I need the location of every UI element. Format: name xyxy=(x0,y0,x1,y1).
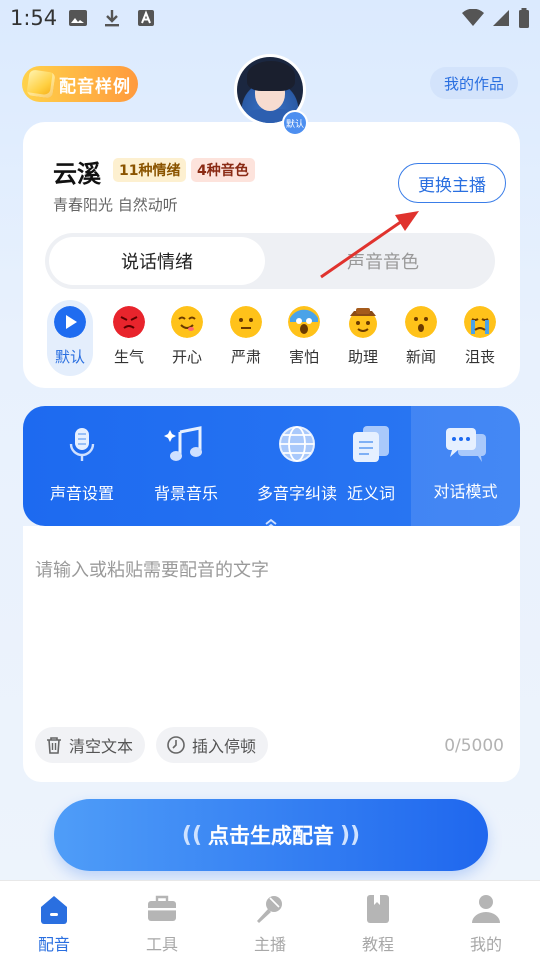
image-notification-icon xyxy=(69,10,87,26)
nav-label: 主播 xyxy=(253,935,286,954)
host-card: 云溪 11种情绪 4种音色 青春阳光 自然动听 更换主播 说话情绪 声音音色 默… xyxy=(23,122,520,388)
tab-speech-emotion[interactable]: 说话情绪 xyxy=(49,237,265,285)
emotion-list: 默认 生气 开心 严肃 害怕 助理 新闻 沮丧 xyxy=(43,300,513,376)
surprised-face-icon xyxy=(405,306,437,338)
globe-icon xyxy=(279,426,315,462)
voice-mode-tabs: 说话情绪 声音音色 xyxy=(45,233,495,289)
emotion-label: 严肃 xyxy=(230,348,261,366)
my-works-button[interactable]: 我的作品 xyxy=(430,67,518,99)
crying-face-icon xyxy=(464,306,496,338)
generate-label: 点击生成配音 xyxy=(208,824,334,848)
emotion-label: 害怕 xyxy=(288,348,319,366)
emotion-label: 生气 xyxy=(113,348,144,366)
voice-sample-label: 配音样例 xyxy=(59,76,131,97)
tool-label: 对话模式 xyxy=(433,482,498,501)
home-icon xyxy=(41,896,67,924)
change-host-button[interactable]: 更换主播 xyxy=(398,163,506,203)
wifi-icon xyxy=(462,9,484,26)
music-note-icon xyxy=(164,426,202,461)
host-name: 云溪 xyxy=(53,160,101,188)
emotion-serious[interactable]: 严肃 xyxy=(223,300,269,376)
synonym-icon xyxy=(353,426,389,462)
tool-dialog-mode[interactable]: 对话模式 xyxy=(411,406,520,526)
happy-face-icon xyxy=(171,306,203,338)
nav-label: 教程 xyxy=(361,935,394,954)
emotion-label: 默认 xyxy=(54,348,85,366)
tool-synonyms[interactable]: 近义词 xyxy=(345,406,397,526)
emotion-depressed[interactable]: 沮丧 xyxy=(457,300,503,376)
tool-voice-settings[interactable]: 声音设置 xyxy=(45,406,119,526)
tools-bar: 声音设置 背景音乐 多音字纠读 近义词 对话模式 xyxy=(23,406,520,526)
text-editor-card: 清空文本 插入停顿 0/5000 xyxy=(23,526,520,782)
generate-dubbing-button[interactable]: (( 点击生成配音 )) xyxy=(54,799,488,871)
dubbing-text-input[interactable] xyxy=(35,556,505,706)
emotion-scared[interactable]: 害怕 xyxy=(281,300,327,376)
emotion-assistant[interactable]: 助理 xyxy=(340,300,386,376)
default-badge: 默认 xyxy=(282,110,308,136)
neutral-face-icon xyxy=(230,306,262,338)
nav-profile[interactable]: 我的 xyxy=(432,881,540,960)
emotion-default[interactable]: 默认 xyxy=(47,300,93,376)
emotion-news[interactable]: 新闻 xyxy=(398,300,444,376)
scared-face-icon xyxy=(288,306,320,338)
insert-pause-label: 插入停顿 xyxy=(192,737,257,756)
tool-background-music[interactable]: 背景音乐 xyxy=(149,406,223,526)
toolbox-icon xyxy=(148,895,176,921)
trash-icon xyxy=(47,737,61,754)
emotion-angry[interactable]: 生气 xyxy=(106,300,152,376)
user-icon xyxy=(472,895,500,923)
cube-icon xyxy=(26,69,56,99)
character-counter: 0/5000 xyxy=(444,736,504,756)
tool-label: 背景音乐 xyxy=(153,484,218,503)
status-bar: 1:54 xyxy=(0,0,540,36)
tool-label: 声音设置 xyxy=(49,484,114,503)
tone-count-badge: 4种音色 xyxy=(191,158,255,182)
nav-hosts[interactable]: 主播 xyxy=(216,881,324,960)
host-description: 青春阳光 自然动听 xyxy=(53,196,178,214)
signal-icon xyxy=(493,10,509,26)
clear-text-label: 清空文本 xyxy=(69,737,134,756)
cowboy-face-icon xyxy=(349,308,377,338)
clear-text-button[interactable]: 清空文本 xyxy=(35,727,146,763)
nav-tutorial[interactable]: 教程 xyxy=(324,881,432,960)
book-icon xyxy=(367,895,389,923)
emotion-label: 开心 xyxy=(171,348,202,366)
microphone-icon xyxy=(257,896,282,923)
emotion-label: 沮丧 xyxy=(464,348,495,366)
voice-sample-button[interactable]: 配音样例 xyxy=(22,66,138,102)
nav-label: 工具 xyxy=(145,935,178,954)
angry-face-icon xyxy=(113,306,145,338)
sound-wave-right-icon: )) xyxy=(340,822,361,848)
insert-pause-button[interactable]: 插入停顿 xyxy=(156,727,269,763)
download-notification-icon xyxy=(105,10,119,27)
emotion-label: 新闻 xyxy=(405,348,436,366)
clock-icon xyxy=(167,736,185,754)
app-notification-icon xyxy=(138,10,154,26)
chat-bubble-icon xyxy=(445,428,486,462)
annotation-arrow xyxy=(320,211,419,279)
nav-label: 我的 xyxy=(469,935,502,954)
nav-dubbing[interactable]: 配音 xyxy=(0,881,108,960)
tool-label: 多音字纠读 xyxy=(256,484,337,503)
battery-icon xyxy=(519,8,529,28)
play-icon xyxy=(54,306,86,338)
emotion-label: 助理 xyxy=(347,348,378,366)
emotion-count-badge: 11种情绪 xyxy=(113,158,187,182)
tool-label: 近义词 xyxy=(346,484,395,503)
status-icons xyxy=(462,8,530,28)
bottom-nav: 配音 工具 主播 教程 我的 xyxy=(0,880,540,960)
emotion-happy[interactable]: 开心 xyxy=(164,300,210,376)
nav-tools[interactable]: 工具 xyxy=(108,881,216,960)
microphone-icon xyxy=(69,428,95,461)
status-time: 1:54 xyxy=(10,6,58,30)
sound-wave-left-icon: (( xyxy=(181,822,202,848)
nav-label: 配音 xyxy=(37,935,70,954)
tool-polyphone-correction[interactable]: 多音字纠读 xyxy=(245,406,349,526)
